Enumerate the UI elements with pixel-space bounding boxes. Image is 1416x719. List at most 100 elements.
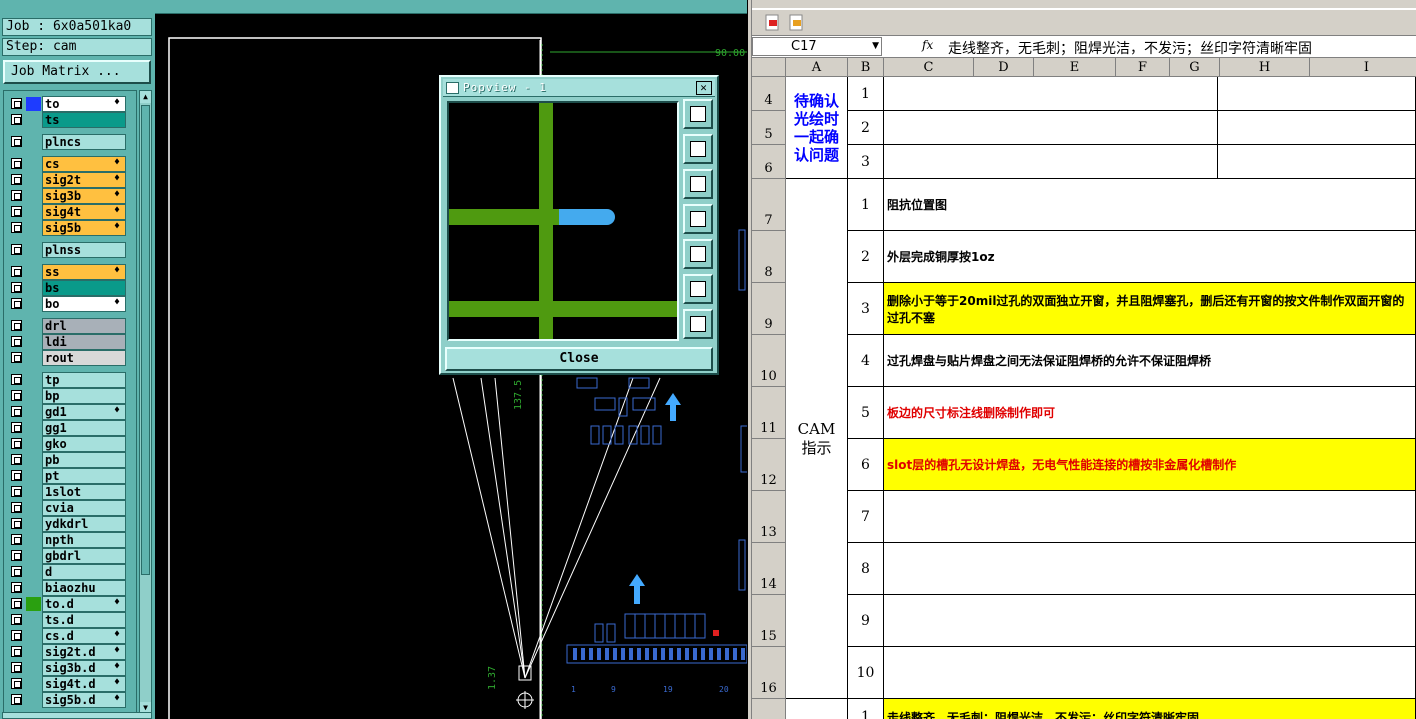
column-header[interactable]: A [786, 58, 848, 77]
row-header[interactable]: 7 [752, 179, 786, 231]
layer-name[interactable]: gko [42, 436, 126, 452]
number-cell[interactable]: 6 [848, 439, 884, 491]
layer-row[interactable]: pt [4, 468, 136, 484]
layer-name[interactable]: npth [42, 532, 126, 548]
pan-left-icon[interactable] [683, 204, 713, 234]
chevron-down-icon[interactable]: ▼ [872, 38, 879, 55]
layer-row[interactable]: bp [4, 388, 136, 404]
layer-checkbox[interactable] [11, 336, 22, 347]
row-header[interactable]: 8 [752, 231, 786, 283]
layer-checkbox[interactable] [11, 374, 22, 385]
layer-checkbox[interactable] [11, 438, 22, 449]
layer-checkbox[interactable] [11, 282, 22, 293]
instruction-cell[interactable] [884, 543, 1416, 595]
layer-name[interactable]: d [42, 564, 126, 580]
layer-checkbox[interactable] [11, 136, 22, 147]
column-header[interactable]: D [974, 58, 1034, 77]
layer-checkbox[interactable] [11, 206, 22, 217]
layer-row[interactable]: gko [4, 436, 136, 452]
number-cell[interactable]: 2 [848, 111, 884, 145]
layer-row[interactable]: sig5b ♦ [4, 220, 136, 236]
layer-name[interactable]: gg1 [42, 420, 126, 436]
layer-row[interactable]: sig4t ♦ [4, 204, 136, 220]
layer-row[interactable]: cs ♦ [4, 156, 136, 172]
layer-checkbox[interactable] [11, 352, 22, 363]
layer-row[interactable]: sig5b.d ♦ [4, 692, 136, 708]
popview-canvas[interactable] [447, 101, 679, 341]
layer-name[interactable]: plncs [42, 134, 126, 150]
fx-icon[interactable]: fx [922, 38, 933, 52]
sheet-cell[interactable] [1218, 77, 1416, 111]
layer-row[interactable]: bs [4, 280, 136, 296]
layer-row[interactable]: ss ♦ [4, 264, 136, 280]
layer-row[interactable]: sig2t.d ♦ [4, 644, 136, 660]
layer-name[interactable]: ts [42, 112, 126, 128]
layer-checkbox[interactable] [11, 598, 22, 609]
column-header[interactable]: E [1034, 58, 1116, 77]
layer-row[interactable]: ydkdrl [4, 516, 136, 532]
number-cell[interactable]: 9 [848, 595, 884, 647]
number-cell[interactable]: 3 [848, 283, 884, 335]
layer-row[interactable]: d [4, 564, 136, 580]
layer-name[interactable]: tp [42, 372, 126, 388]
row-header[interactable]: 4 [752, 77, 786, 111]
number-cell[interactable]: 1 [848, 699, 884, 719]
sheet-cell[interactable] [884, 145, 1218, 179]
layer-name[interactable]: pb [42, 452, 126, 468]
sheet-grid[interactable]: 4 1 5 2 6 3 待确认光绘时一起确认问题 7 1 阻抗位置图 8 2 外层完成铜厚按1oz 9 3 删… [752, 77, 1416, 719]
layer-name[interactable]: bs [42, 280, 126, 296]
zoom-out-icon[interactable] [683, 274, 713, 304]
layer-row[interactable]: pb [4, 452, 136, 468]
pan-down-icon[interactable] [683, 169, 713, 199]
layer-checkbox[interactable] [11, 406, 22, 417]
number-cell[interactable]: 3 [848, 145, 884, 179]
row-header[interactable]: 6 [752, 145, 786, 179]
pan-up-icon[interactable] [683, 134, 713, 164]
layer-row[interactable]: tp [4, 372, 136, 388]
layer-checkbox[interactable] [11, 190, 22, 201]
number-cell[interactable]: 4 [848, 335, 884, 387]
cam-instructions-label[interactable]: CAM指示 [786, 179, 848, 699]
layer-name[interactable]: gbdrl [42, 548, 126, 564]
layer-color-swatch[interactable] [26, 597, 41, 611]
row-header[interactable]: 14 [752, 543, 786, 595]
number-cell[interactable]: 8 [848, 543, 884, 595]
formula-input[interactable]: 走线整齐，无毛刺；阻焊光洁，不发污；丝印字符清晰牢固 [948, 38, 1312, 58]
number-cell[interactable]: 2 [848, 231, 884, 283]
layer-checkbox[interactable] [11, 694, 22, 705]
layer-checkbox[interactable] [11, 244, 22, 255]
instruction-cell[interactable]: 阻抗位置图 [884, 179, 1416, 231]
popview-titlebar[interactable]: Popview - 1 ✕ [443, 79, 715, 97]
layer-checkbox[interactable] [11, 320, 22, 331]
sheet-cell[interactable] [884, 77, 1218, 111]
layer-checkbox[interactable] [11, 566, 22, 577]
layer-row[interactable]: cvia [4, 500, 136, 516]
layer-row[interactable]: gg1 [4, 420, 136, 436]
layer-checkbox[interactable] [11, 222, 22, 233]
layer-row[interactable]: drl [4, 318, 136, 334]
layer-name[interactable]: ts.d [42, 612, 126, 628]
column-header[interactable]: I [1310, 58, 1416, 77]
select-all-corner[interactable] [752, 58, 786, 77]
layer-checkbox[interactable] [11, 678, 22, 689]
close-button[interactable]: Close [445, 347, 713, 371]
instruction-cell[interactable]: 过孔焊盘与贴片焊盘之间无法保证阻焊桥的允许不保证阻焊桥 [884, 335, 1416, 387]
zoom-in-icon[interactable] [683, 309, 713, 339]
instruction-cell[interactable] [884, 595, 1416, 647]
layer-checkbox[interactable] [11, 298, 22, 309]
layer-checkbox[interactable] [11, 486, 22, 497]
row-header[interactable]: 15 [752, 595, 786, 647]
layer-checkbox[interactable] [11, 630, 22, 641]
layer-checkbox[interactable] [11, 98, 22, 109]
number-cell[interactable]: 7 [848, 491, 884, 543]
row-header[interactable]: 5 [752, 111, 786, 145]
layer-checkbox[interactable] [11, 534, 22, 545]
pdf-settings-icon[interactable] [788, 14, 806, 32]
number-cell[interactable]: 1 [848, 179, 884, 231]
layer-row[interactable]: plncs [4, 134, 136, 150]
row-header[interactable]: 11 [752, 387, 786, 439]
layer-row[interactable]: to ♦ [4, 96, 136, 112]
instruction-cell[interactable]: 板边的尺寸标注线删除制作即可 [884, 387, 1416, 439]
layer-checkbox[interactable] [11, 470, 22, 481]
layer-color-swatch[interactable] [26, 97, 41, 111]
